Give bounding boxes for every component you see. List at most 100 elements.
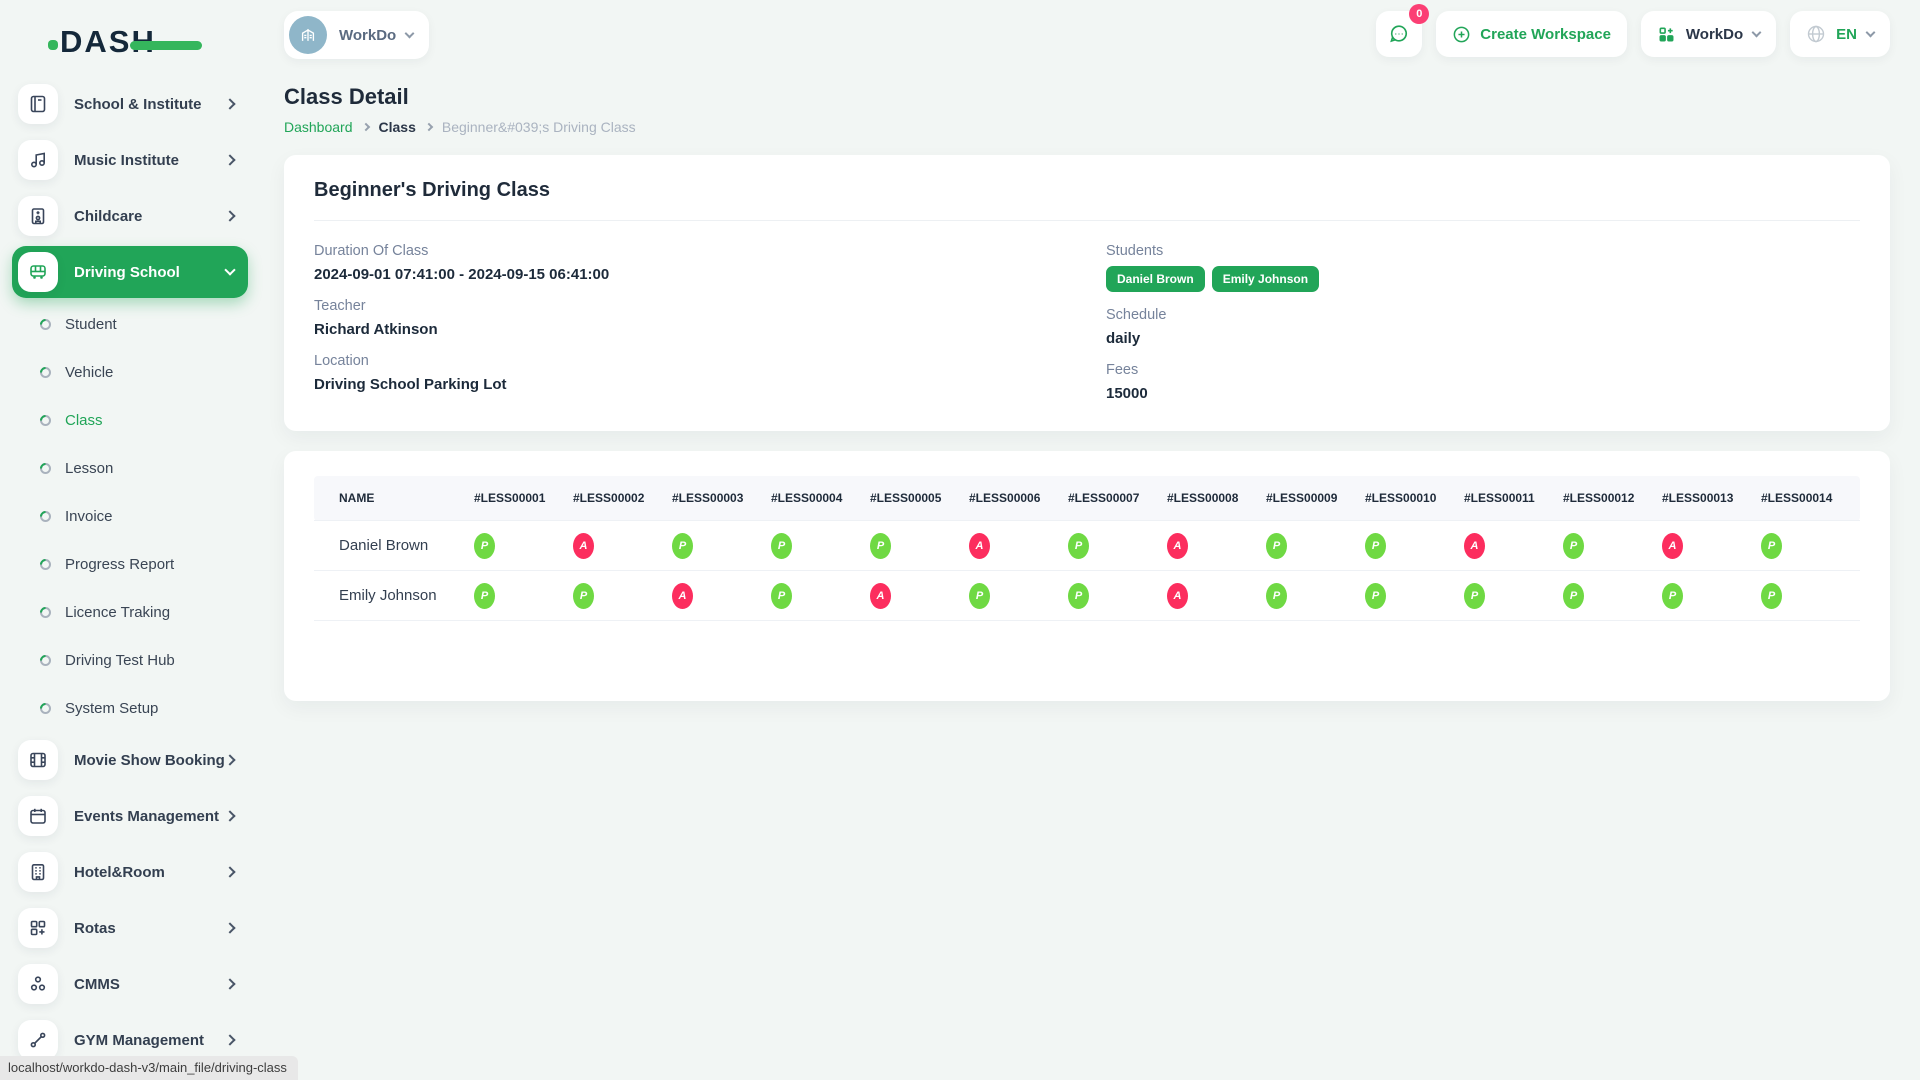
present-badge: P — [1068, 583, 1089, 609]
chevron-right-icon — [224, 922, 235, 933]
lesson-column-header: #LESS00011 — [1464, 476, 1563, 521]
attendance-header-row: NAME #LESS00001#LESS00002#LESS00003#LESS… — [314, 476, 1860, 521]
sidebar-item-label: Music Institute — [74, 152, 226, 169]
messages-count-badge: 0 — [1409, 4, 1429, 24]
schedule-field: Schedule daily — [1106, 307, 1860, 347]
breadcrumb: Dashboard Class Beginner&#039;s Driving … — [284, 119, 1890, 135]
absent-badge: A — [1464, 533, 1485, 559]
sidebar-item-label: Rotas — [74, 920, 226, 937]
lesson-column-header: #LESS00008 — [1167, 476, 1266, 521]
page-title: Class Detail — [284, 84, 1890, 110]
circle-half-icon — [40, 319, 51, 330]
present-badge: P — [771, 583, 792, 609]
language-selector[interactable]: EN — [1790, 11, 1890, 57]
breadcrumb-dashboard[interactable]: Dashboard — [284, 119, 353, 135]
sidebar-item-label: Childcare — [74, 208, 226, 225]
student-badges: Daniel BrownEmily Johnson — [1106, 266, 1860, 292]
student-name-cell: Emily Johnson — [314, 571, 474, 621]
breadcrumb-class[interactable]: Class — [379, 119, 416, 135]
workspace-selector[interactable]: WorkDo — [284, 11, 429, 59]
sidebar-subitem-label: System Setup — [65, 700, 158, 717]
lesson-column-header: #LESS00004 — [771, 476, 870, 521]
messages-button[interactable]: 0 — [1376, 11, 1422, 57]
chevron-down-icon — [405, 29, 415, 39]
sidebar-item-movie-show-booking[interactable]: Movie Show Booking — [12, 732, 248, 788]
sidebar-subitem-label: Lesson — [65, 460, 113, 477]
sidebar-item-rotas[interactable]: Rotas — [12, 900, 248, 956]
sidebar-item-label: School & Institute — [74, 96, 226, 113]
present-badge: P — [1464, 583, 1485, 609]
sidebar-subitem-class[interactable]: Class — [12, 396, 260, 444]
chevron-down-icon — [1752, 28, 1762, 38]
logo-dot — [48, 40, 58, 50]
present-badge: P — [1563, 533, 1584, 559]
statusbar-url: localhost/workdo-dash-v3/main_file/drivi… — [0, 1056, 298, 1080]
sidebar-subitem-system-setup[interactable]: System Setup — [12, 684, 260, 732]
sidebar-subitem-progress-report[interactable]: Progress Report — [12, 540, 260, 588]
chevron-right-icon — [224, 98, 235, 109]
sidebar-nav: School & Institute Music Institute Child… — [12, 76, 260, 1068]
sidebar-subitem-invoice[interactable]: Invoice — [12, 492, 260, 540]
sidebar-subitem-student[interactable]: Student — [12, 300, 260, 348]
absent-badge: A — [672, 583, 693, 609]
globe-icon — [1806, 24, 1826, 44]
student-name-cell: Daniel Brown — [314, 521, 474, 571]
sidebar-subitem-lesson[interactable]: Lesson — [12, 444, 260, 492]
sidebar-subitem-vehicle[interactable]: Vehicle — [12, 348, 260, 396]
lesson-column-header: #LESS00009 — [1266, 476, 1365, 521]
field-label: Location — [314, 353, 1106, 369]
teacher-field: Teacher Richard Atkinson — [314, 298, 1106, 338]
chevron-right-icon — [224, 810, 235, 821]
field-value: daily — [1106, 330, 1860, 347]
present-badge: P — [1266, 533, 1287, 559]
sidebar-item-cmms[interactable]: CMMS — [12, 956, 248, 1012]
class-detail-left-column: Duration Of Class 2024-09-01 07:41:00 - … — [314, 243, 1106, 417]
lesson-column-header: #LESS00006 — [969, 476, 1068, 521]
lesson-column-header: #LESS00010 — [1365, 476, 1464, 521]
lesson-column-header: #LESS00013 — [1662, 476, 1761, 521]
sidebar-item-label: Events Management — [74, 808, 226, 825]
sidebar-item-childcare[interactable]: Childcare — [12, 188, 248, 244]
students-field: Students Daniel BrownEmily Johnson — [1106, 243, 1860, 292]
sidebar: DASH School & Institute Music Institute — [0, 0, 260, 1080]
present-badge: P — [474, 583, 495, 609]
sidebar-subitem-label: Invoice — [65, 508, 113, 525]
absent-badge: A — [573, 533, 594, 559]
create-workspace-button[interactable]: Create Workspace — [1436, 11, 1627, 57]
bus-icon — [18, 252, 58, 292]
present-badge: P — [870, 533, 891, 559]
sidebar-subitem-driving-test-hub[interactable]: Driving Test Hub — [12, 636, 260, 684]
sidebar-item-music-institute[interactable]: Music Institute — [12, 132, 248, 188]
circle-half-icon — [40, 463, 51, 474]
attendance-row: Emily JohnsonPPAPAPPAPPPPPP — [314, 571, 1860, 621]
circle-half-icon — [40, 559, 51, 570]
language-code: EN — [1836, 26, 1857, 43]
workdo-menu-button[interactable]: WorkDo — [1641, 11, 1776, 57]
absent-badge: A — [1662, 533, 1683, 559]
present-badge: P — [969, 583, 990, 609]
circle-half-icon — [40, 415, 51, 426]
grid-plus-icon — [18, 908, 58, 948]
sidebar-subitem-label: Progress Report — [65, 556, 174, 573]
lesson-column-header: #LESS00003 — [672, 476, 771, 521]
sidebar-item-label: Movie Show Booking — [74, 752, 226, 769]
chat-icon — [1388, 23, 1410, 45]
lesson-column-header: #LESS00005 — [870, 476, 969, 521]
breadcrumb-separator — [425, 123, 433, 131]
absent-badge: A — [969, 533, 990, 559]
sidebar-subitem-label: Driving Test Hub — [65, 652, 175, 669]
sidebar-subitem-licence-traking[interactable]: Licence Traking — [12, 588, 260, 636]
sidebar-item-driving-school[interactable]: Driving School — [12, 244, 248, 300]
sidebar-item-label: CMMS — [74, 976, 226, 993]
sidebar-item-events-management[interactable]: Events Management — [12, 788, 248, 844]
chevron-right-icon — [224, 210, 235, 221]
sidebar-item-hotel-room[interactable]: Hotel&Room — [12, 844, 248, 900]
top-header: WorkDo 0 Create Workspace WorkDo EN — [260, 0, 1920, 70]
calendar-icon — [18, 796, 58, 836]
breadcrumb-current-page: Beginner&#039;s Driving Class — [442, 119, 636, 135]
chevron-right-icon — [224, 1034, 235, 1045]
app-logo[interactable]: DASH — [12, 0, 260, 76]
sidebar-item-school-institute[interactable]: School & Institute — [12, 76, 248, 132]
present-badge: P — [672, 533, 693, 559]
dumbbell-icon — [18, 1020, 58, 1060]
